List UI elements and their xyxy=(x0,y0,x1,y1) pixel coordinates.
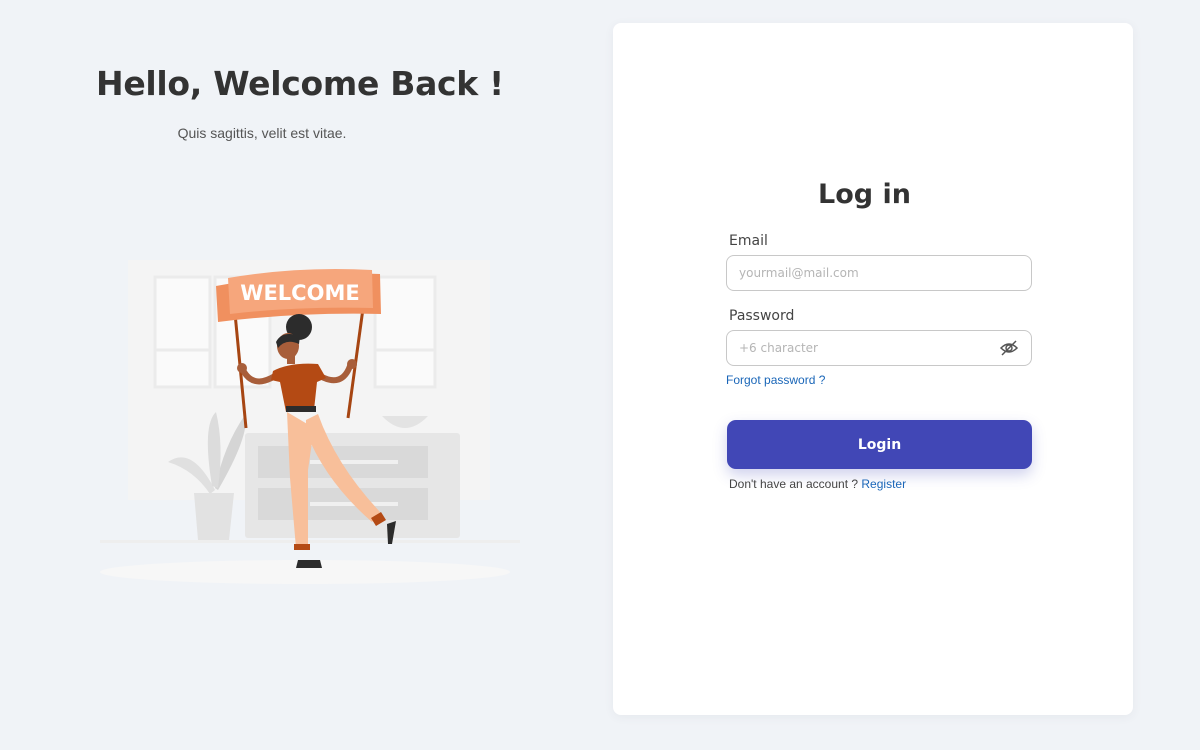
password-label: Password xyxy=(729,308,795,324)
forgot-password-link[interactable]: Forgot password ? xyxy=(726,373,825,387)
eye-off-icon[interactable] xyxy=(999,339,1019,357)
welcome-subtitle: Quis sagittis, velit est vitae. xyxy=(177,125,347,141)
login-page: Hello, Welcome Back ! Quis sagittis, vel… xyxy=(0,0,1200,750)
welcome-title: Hello, Welcome Back ! xyxy=(96,64,504,103)
banner-text: WELCOME xyxy=(240,281,359,305)
welcome-panel: Hello, Welcome Back ! Quis sagittis, vel… xyxy=(0,0,560,750)
register-prompt: Don't have an account ? Register xyxy=(729,477,906,491)
email-label: Email xyxy=(729,233,768,249)
email-input[interactable] xyxy=(727,256,989,289)
login-title: Log in xyxy=(818,179,911,210)
no-account-text: Don't have an account ? xyxy=(729,477,859,491)
login-button[interactable]: Login xyxy=(727,420,1032,469)
password-field-box xyxy=(726,330,1032,366)
login-card: Log in Email Password Forgot password ? … xyxy=(613,23,1133,715)
password-input[interactable] xyxy=(727,331,989,364)
welcome-illustration: WELCOME xyxy=(100,260,520,584)
register-link[interactable]: Register xyxy=(861,477,906,491)
email-field-box xyxy=(726,255,1032,291)
